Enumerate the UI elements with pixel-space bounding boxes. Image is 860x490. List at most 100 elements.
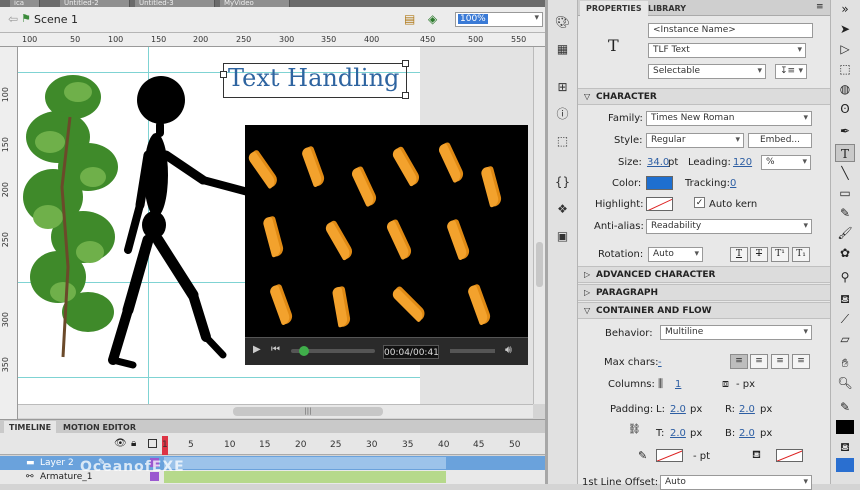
text-field[interactable]: Text Handling [220, 60, 409, 99]
text-type-select[interactable]: Selectable [648, 64, 766, 79]
max-chars-value[interactable]: - [658, 357, 662, 368]
seek-thumb[interactable] [299, 346, 309, 356]
edit-scene-icon[interactable]: ▤ [404, 12, 415, 26]
orientation-select[interactable]: ↧≡ [775, 64, 807, 79]
leading-value[interactable]: 120 [733, 157, 752, 168]
resize-handle[interactable] [402, 60, 409, 67]
stroke-color-chip[interactable] [836, 420, 854, 434]
hand-tool-icon[interactable]: ✋︎ [835, 354, 855, 372]
motion-presets-icon[interactable]: ▣ [554, 229, 571, 244]
section-paragraph[interactable]: ▷ PARAGRAPH [578, 284, 830, 301]
layer-name[interactable]: Layer 2 [40, 456, 74, 470]
pencil-tool-icon[interactable]: ✎ [835, 204, 855, 222]
frame-span[interactable] [164, 457, 446, 469]
paint-bucket-tool-icon[interactable]: ⛾ [835, 290, 855, 308]
zoom-select[interactable]: 100% [455, 12, 543, 27]
doc-tab[interactable]: Untitled-3 [135, 0, 215, 7]
padding-r-value[interactable]: 2.0 [739, 404, 755, 415]
leading-unit-select[interactable]: % [761, 155, 811, 170]
back-arrow-icon[interactable]: ⇦ [8, 12, 18, 26]
color-swatch[interactable] [646, 176, 673, 190]
volume-icon[interactable]: 🔊︎ [505, 343, 512, 357]
frame-span[interactable] [164, 471, 446, 483]
guide-line[interactable] [18, 377, 420, 378]
section-advanced-character[interactable]: ▷ ADVANCED CHARACTER [578, 266, 830, 283]
doc-tab[interactable]: ica [10, 0, 40, 7]
subselection-tool-icon[interactable]: ▷ [835, 40, 855, 58]
align-icon[interactable]: ⊞ [554, 80, 571, 95]
align-top-button[interactable]: ≡ [730, 354, 748, 369]
tracking-value[interactable]: 0 [730, 178, 736, 189]
auto-kern-checkbox[interactable]: ✓ [694, 197, 705, 208]
strikethrough-button[interactable]: T [750, 247, 768, 262]
tab-properties[interactable]: PROPERTIES [580, 1, 648, 16]
eraser-tool-icon[interactable]: ▱ [835, 330, 855, 348]
rectangle-tool-icon[interactable]: ▭ [835, 184, 855, 202]
fill-color-swatch[interactable] [776, 449, 803, 462]
transform-icon[interactable]: ⬚ [554, 134, 571, 149]
family-select[interactable]: Times New Roman [646, 111, 812, 126]
panel-menu-icon[interactable]: ≡ [816, 2, 824, 12]
fill-color-icon[interactable]: ⛾ [835, 438, 855, 456]
rewind-icon[interactable]: ⏮ [271, 344, 280, 355]
eye-icon[interactable]: 👁︎ [114, 438, 127, 449]
style-select[interactable]: Regular [646, 133, 744, 148]
section-container-flow[interactable]: ▽ CONTAINER AND FLOW [578, 302, 830, 319]
eyedropper-tool-icon[interactable]: ⟋ [835, 310, 855, 328]
code-snippets-icon[interactable]: {} [554, 175, 571, 190]
columns-value[interactable]: 1 [675, 379, 681, 390]
resize-handle[interactable] [402, 92, 409, 99]
superscript-button[interactable]: T¹ [771, 247, 789, 262]
stroke-width-value[interactable]: - pt [693, 451, 710, 462]
stroke-color-icon[interactable]: ✎ [835, 398, 855, 416]
zoom-tool-icon[interactable]: 🔍︎ [835, 374, 855, 392]
selection-tool-icon[interactable]: ➤ [835, 20, 855, 38]
play-icon[interactable]: ▶ [253, 344, 261, 355]
instance-name-input[interactable]: <Instance Name> [648, 23, 813, 38]
outline-icon[interactable] [148, 439, 157, 448]
edit-symbols-icon[interactable]: ◈ [428, 12, 437, 26]
align-bottom-button[interactable]: ≡ [771, 354, 789, 369]
pen-tool-icon[interactable]: ✒ [835, 122, 855, 140]
lock-icon[interactable]: 🔒︎ [131, 438, 136, 449]
embed-button[interactable]: Embed... [748, 133, 812, 148]
behavior-select[interactable]: Multiline [660, 325, 812, 340]
bone-tool-icon[interactable]: ⚲ [835, 268, 855, 286]
horizontal-scrollbar[interactable]: ||| [18, 404, 533, 418]
doc-tab[interactable]: Untitled-2 [60, 0, 130, 7]
antialias-select[interactable]: Readability [646, 219, 812, 234]
align-middle-button[interactable]: ≡ [750, 354, 768, 369]
first-line-offset-select[interactable]: Auto [660, 475, 812, 490]
stage-text[interactable]: Text Handling [228, 64, 399, 92]
volume-slider[interactable] [450, 349, 495, 353]
deco-tool-icon[interactable]: ✿ [835, 244, 855, 262]
swatches-icon[interactable]: ▦ [554, 42, 571, 57]
brush-tool-icon[interactable]: 🖌︎ [835, 224, 855, 242]
video-player[interactable] [245, 125, 528, 337]
padding-t-value[interactable]: 2.0 [670, 428, 686, 439]
tab-library[interactable]: LIBRARY [642, 1, 692, 16]
text-tool-icon[interactable]: T [835, 144, 855, 162]
padding-b-value[interactable]: 2.0 [739, 428, 755, 439]
lasso-tool-icon[interactable]: ʘ [835, 100, 855, 118]
doc-tab[interactable]: MyVideo [220, 0, 290, 7]
color-icon[interactable]: 🎨︎ [554, 15, 571, 30]
components-icon[interactable]: ❖ [554, 202, 571, 217]
resize-handle[interactable] [220, 71, 227, 78]
collapse-arrow-icon[interactable]: » [835, 0, 855, 18]
subscript-button[interactable]: T₁ [792, 247, 810, 262]
scroll-thumb[interactable] [536, 242, 543, 287]
fill-color-chip[interactable] [836, 458, 854, 472]
3d-rotation-tool-icon[interactable]: ◍ [835, 80, 855, 98]
stick-figure[interactable] [98, 75, 258, 375]
info-icon[interactable]: ⓘ [554, 107, 571, 122]
free-transform-tool-icon[interactable]: ⬚ [835, 60, 855, 78]
rotation-select[interactable]: Auto [648, 247, 703, 262]
line-tool-icon[interactable]: ╲ [835, 164, 855, 182]
text-engine-select[interactable]: TLF Text [648, 43, 806, 58]
justify-button[interactable]: ≡ [792, 354, 810, 369]
scroll-thumb[interactable]: ||| [233, 407, 383, 416]
gutter-value[interactable]: - px [736, 379, 755, 390]
padding-l-value[interactable]: 2.0 [670, 404, 686, 415]
vertical-scrollbar[interactable] [533, 47, 545, 404]
